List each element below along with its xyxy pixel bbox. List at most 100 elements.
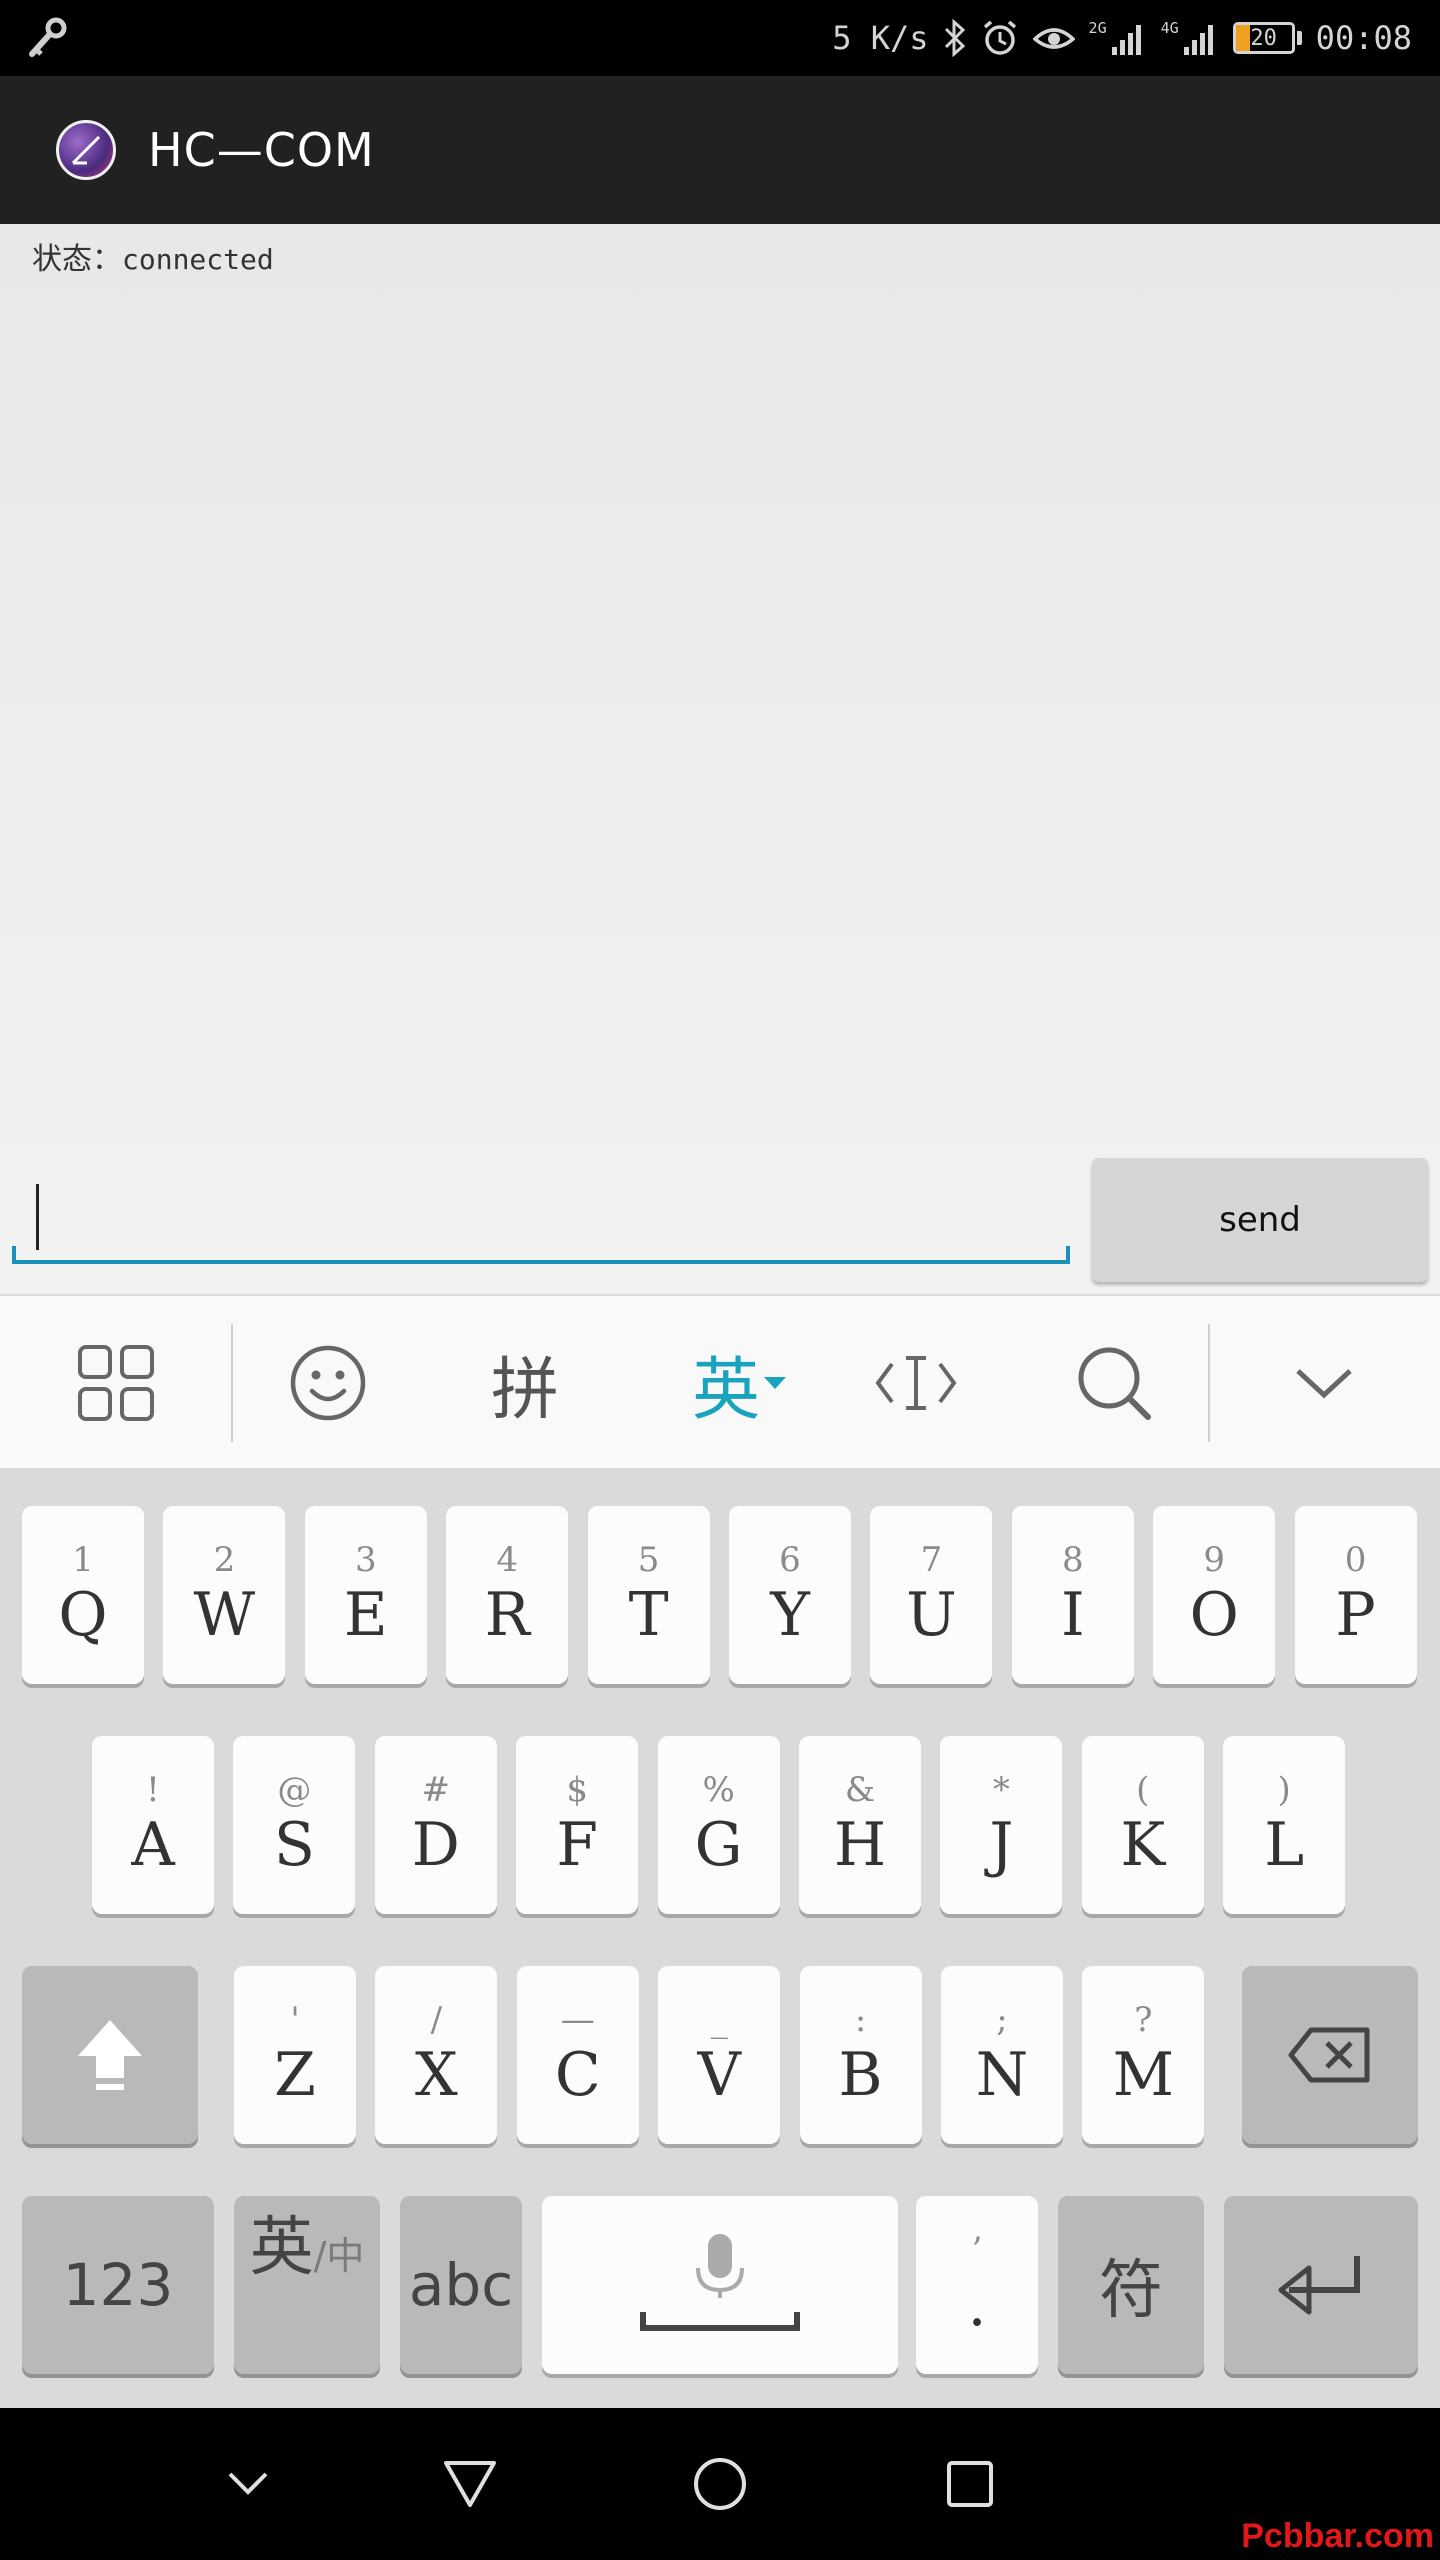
key-secondary-label: 3 bbox=[354, 1540, 377, 1580]
backspace-icon bbox=[1288, 2027, 1370, 2083]
key-secondary-label: / bbox=[430, 2000, 443, 2040]
key-s[interactable]: @ S bbox=[233, 1736, 356, 1914]
key-y[interactable]: 6Y bbox=[729, 1506, 851, 1684]
key-secondary-label: 0 bbox=[1344, 1540, 1367, 1580]
key-secondary-label: ' bbox=[290, 2000, 300, 2040]
key-secondary-label: * bbox=[992, 1770, 1010, 1810]
send-button[interactable]: send bbox=[1092, 1158, 1428, 1282]
key-secondary-label: ( bbox=[1136, 1770, 1150, 1810]
key-f[interactable]: $ F bbox=[516, 1736, 639, 1914]
alarm-icon bbox=[981, 19, 1019, 57]
key-c[interactable]: — C bbox=[516, 1966, 639, 2144]
status-icons: 5 K/s 2G 4G 20 00:08 bbox=[832, 0, 1412, 76]
menu-grid-icon[interactable] bbox=[56, 1296, 176, 1470]
pinyin-label: 拼 bbox=[490, 1350, 559, 1430]
key-v[interactable]: _ V bbox=[658, 1966, 781, 2144]
numbers-key[interactable]: 123 bbox=[22, 2196, 214, 2374]
english-mode-button[interactable]: 英 bbox=[670, 1296, 810, 1470]
network-type-4g: 4G bbox=[1160, 19, 1179, 37]
key-main-label: A bbox=[131, 1810, 175, 1880]
navigation-bar: Pcbbar.com bbox=[0, 2408, 1440, 2560]
key-n[interactable]: ; N bbox=[941, 1966, 1063, 2144]
key-secondary-label: # bbox=[421, 1770, 451, 1810]
backspace-key[interactable] bbox=[1242, 1966, 1418, 2144]
app-logo-icon bbox=[56, 120, 116, 180]
key-secondary-label: 6 bbox=[779, 1540, 801, 1580]
battery-level: 20 bbox=[1250, 25, 1277, 51]
microphone-icon bbox=[640, 2234, 800, 2331]
language-switch-key[interactable]: 英/中 bbox=[234, 2196, 380, 2374]
text-cursor bbox=[36, 1184, 39, 1250]
key-secondary-label: & bbox=[844, 1770, 876, 1810]
key-p[interactable]: 0P bbox=[1294, 1506, 1417, 1684]
key-main-label: G bbox=[694, 1810, 743, 1880]
key-g[interactable]: % G bbox=[657, 1736, 780, 1914]
key-z[interactable]: ' Z bbox=[234, 1966, 356, 2144]
network-speed: 5 K/s bbox=[832, 19, 929, 57]
key-k[interactable]: (K bbox=[1081, 1736, 1204, 1914]
key-secondary-label: _ bbox=[710, 2000, 728, 2040]
key-h[interactable]: & H bbox=[799, 1736, 921, 1914]
nav-back-icon[interactable] bbox=[410, 2408, 530, 2560]
shift-key[interactable] bbox=[22, 1966, 198, 2144]
key-main-label: I bbox=[1060, 1580, 1085, 1650]
message-input[interactable] bbox=[12, 1154, 1070, 1264]
main-content: 状态：connected send bbox=[0, 224, 1440, 1294]
nav-hide-keyboard-icon[interactable] bbox=[188, 2408, 308, 2560]
emoji-icon[interactable] bbox=[268, 1296, 388, 1470]
key-a[interactable]: ! A bbox=[92, 1736, 214, 1914]
app-title: HC—COM bbox=[148, 123, 375, 177]
key-l[interactable]: ) L bbox=[1223, 1736, 1346, 1914]
key-main-label: V bbox=[697, 2040, 741, 2110]
key-secondary-label: $ bbox=[566, 1770, 588, 1810]
key-d[interactable]: # D bbox=[374, 1736, 497, 1914]
key-main-label: C bbox=[554, 2040, 601, 2110]
key-o[interactable]: 9O bbox=[1153, 1506, 1276, 1684]
enter-key[interactable] bbox=[1224, 2196, 1418, 2374]
nav-home-icon[interactable] bbox=[660, 2408, 780, 2560]
key-m[interactable]: ? M bbox=[1082, 1966, 1205, 2144]
language-sub-label: /中 bbox=[313, 2234, 365, 2278]
eye-comfort-icon bbox=[1032, 21, 1075, 55]
symbols-key[interactable]: 符 bbox=[1058, 2196, 1204, 2374]
key-r[interactable]: 4R bbox=[446, 1506, 569, 1684]
abc-key[interactable]: abc bbox=[400, 2196, 522, 2374]
collapse-keyboard-icon[interactable] bbox=[1264, 1296, 1384, 1470]
connection-status: 状态：connected bbox=[32, 234, 274, 278]
key-secondary-label: 5 bbox=[637, 1540, 660, 1580]
network-type-2g: 2G bbox=[1088, 19, 1107, 37]
key-main-label: J bbox=[989, 1810, 1014, 1880]
key-main-label: Q bbox=[58, 1580, 108, 1650]
search-icon[interactable] bbox=[1054, 1296, 1174, 1470]
key-j[interactable]: * J bbox=[940, 1736, 1063, 1914]
language-main-label: 英 bbox=[249, 2211, 314, 2285]
key-secondary-label: ) bbox=[1277, 1770, 1291, 1810]
punctuation-secondary: ’ bbox=[971, 2230, 983, 2270]
pinyin-mode-button[interactable]: 拼 bbox=[465, 1296, 585, 1470]
screen: 5 K/s 2G 4G 20 00:08 HC—COM 状态：connected… bbox=[0, 0, 1440, 2560]
signal-icon-2 bbox=[1183, 21, 1219, 55]
key-t[interactable]: 5T bbox=[587, 1506, 710, 1684]
space-key[interactable] bbox=[542, 2196, 898, 2374]
punctuation-key[interactable]: ’ . bbox=[916, 2196, 1038, 2374]
key-w[interactable]: 2W bbox=[163, 1506, 286, 1684]
key-main-label: E bbox=[343, 1580, 388, 1650]
clock: 00:08 bbox=[1315, 19, 1412, 57]
key-x[interactable]: / X bbox=[375, 1966, 498, 2144]
key-i[interactable]: 8I bbox=[1011, 1506, 1134, 1684]
key-main-label: S bbox=[273, 1810, 315, 1880]
nav-recents-icon[interactable] bbox=[910, 2408, 1030, 2560]
key-q[interactable]: 1Q bbox=[22, 1506, 144, 1684]
symbols-key-label: 符 bbox=[1099, 2254, 1163, 2328]
key-main-label: Y bbox=[770, 1580, 810, 1650]
key-main-label: R bbox=[484, 1580, 530, 1650]
key-u[interactable]: 7U bbox=[870, 1506, 993, 1684]
key-icon bbox=[26, 16, 70, 64]
key-e[interactable]: 3E bbox=[304, 1506, 427, 1684]
keyboard: 1Q2W3E4R5T6Y7U8I9O0P ! A @ S # D $ F% G & H * J(K) L … bbox=[0, 1468, 1440, 2408]
key-b[interactable]: :B bbox=[799, 1966, 922, 2144]
key-secondary-label: 1 bbox=[72, 1540, 94, 1580]
punctuation-main: . bbox=[967, 2270, 987, 2340]
key-secondary-label: ; bbox=[996, 2000, 1008, 2040]
cursor-tool-button[interactable] bbox=[856, 1296, 976, 1470]
